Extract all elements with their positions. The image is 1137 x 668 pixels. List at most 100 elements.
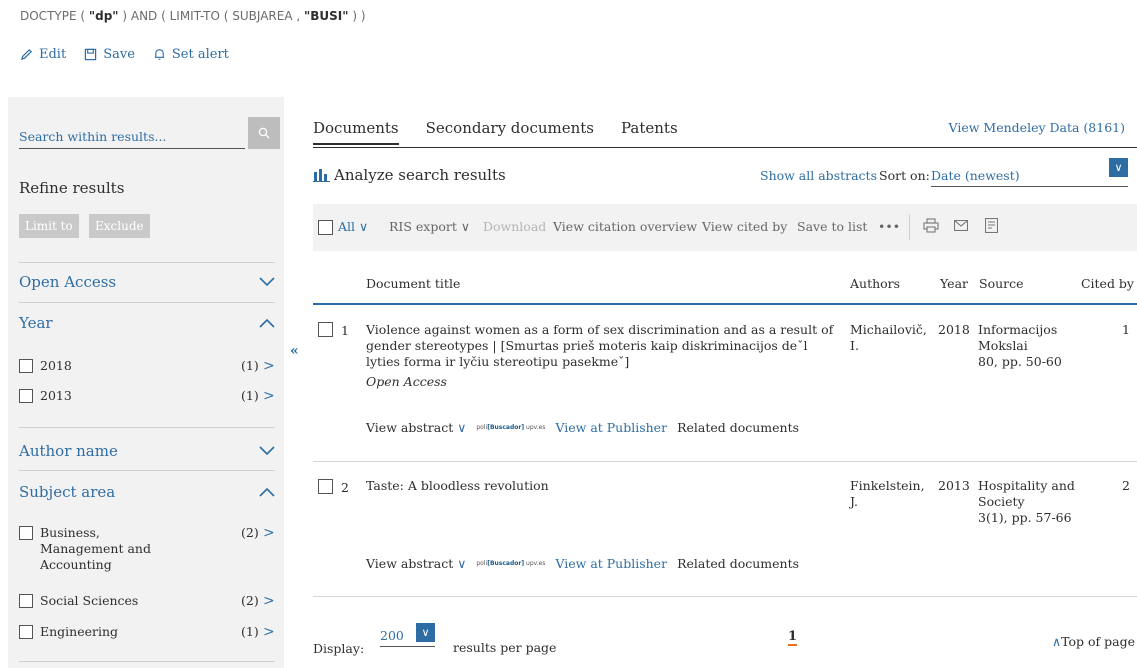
- view-citation-overview-button[interactable]: View citation overview: [553, 219, 697, 234]
- facet-open-access[interactable]: Open Access: [19, 263, 275, 301]
- ris-export-dropdown[interactable]: RIS export ∨: [389, 219, 470, 234]
- collapse-sidebar-icon[interactable]: «: [290, 343, 299, 359]
- chevron-right-icon[interactable]: >: [263, 358, 275, 374]
- bibliography-icon[interactable]: [984, 217, 999, 236]
- logo-prefix: poli: [476, 424, 488, 431]
- save-to-list-button[interactable]: Save to list: [797, 219, 867, 234]
- subject-engineering-checkbox[interactable]: [19, 625, 33, 639]
- view-cited-by-button[interactable]: View cited by: [702, 219, 787, 234]
- related-documents-link[interactable]: Related documents: [677, 556, 799, 571]
- tab-patents[interactable]: Patents: [621, 119, 678, 145]
- tab-documents[interactable]: Documents: [313, 119, 399, 145]
- facet-year-label: Year: [19, 314, 53, 332]
- display-label: Display:: [313, 641, 365, 656]
- edit-button[interactable]: Edit: [20, 47, 66, 62]
- chevron-right-icon[interactable]: >: [263, 525, 275, 541]
- authors-link[interactable]: Michailovič, I.: [850, 322, 930, 354]
- chevron-down-icon: ∨: [457, 420, 467, 435]
- top-of-page-link[interactable]: ∧Top of page: [1052, 634, 1135, 649]
- floppy-disk-icon: [84, 48, 97, 61]
- set-alert-button[interactable]: Set alert: [153, 47, 229, 62]
- column-header-title: Document title: [366, 276, 461, 291]
- document-title-link[interactable]: Violence against women as a form of sex …: [366, 322, 836, 370]
- open-access-label: Open Access: [366, 374, 447, 389]
- subject-item-label: Business, Management and Accounting: [40, 525, 151, 572]
- show-all-abstracts-link[interactable]: Show all abstracts: [760, 168, 877, 183]
- select-all-dropdown[interactable]: All ∨: [338, 219, 368, 234]
- divider: [19, 302, 275, 303]
- view-abstract-toggle[interactable]: View abstract ∨: [366, 420, 466, 435]
- search-within-input[interactable]: [19, 117, 245, 149]
- download-button[interactable]: Download: [483, 219, 546, 234]
- edit-label: Edit: [39, 47, 67, 62]
- row-1-checkbox[interactable]: [318, 322, 333, 337]
- query-subject-value: "BUSI": [304, 9, 349, 23]
- per-page-value: 200: [380, 628, 404, 643]
- analyze-search-results-link[interactable]: Analyze search results: [313, 166, 506, 184]
- results-per-page-select[interactable]: 200 ∨: [380, 623, 435, 647]
- facet-author-name[interactable]: Author name: [19, 432, 275, 470]
- chevron-right-icon[interactable]: >: [263, 388, 275, 404]
- document-title-link[interactable]: Taste: A bloodless revolution: [366, 478, 836, 494]
- view-abstract-toggle[interactable]: View abstract ∨: [366, 556, 466, 571]
- subject-item-label: Engineering: [40, 624, 119, 639]
- column-header-year: Year: [940, 276, 968, 291]
- view-at-publisher-link[interactable]: View at Publisher: [555, 420, 667, 435]
- related-documents-link[interactable]: Related documents: [677, 420, 799, 435]
- query-doctype-value: "dp": [88, 9, 119, 23]
- view-abstract-label: View abstract: [366, 556, 454, 571]
- limit-to-button[interactable]: Limit to: [19, 214, 79, 238]
- bell-icon: [154, 49, 165, 60]
- column-header-authors: Authors: [850, 276, 901, 291]
- chevron-right-icon[interactable]: >: [263, 624, 275, 640]
- chevron-down-icon: [259, 446, 275, 456]
- row-number: 1: [341, 323, 349, 338]
- row-2-checkbox[interactable]: [318, 479, 333, 494]
- year-cell: 2018: [938, 322, 970, 337]
- facet-subject-area[interactable]: Subject area: [19, 473, 275, 511]
- cited-by-count[interactable]: 1: [1122, 322, 1130, 337]
- chevron-down-icon[interactable]: ∨: [416, 623, 435, 642]
- row-1-actions: View abstract ∨ poli[Buscador] upv.es Vi…: [366, 420, 799, 435]
- divider: [19, 427, 275, 428]
- cited-by-count[interactable]: 2: [1122, 478, 1130, 493]
- chevron-down-icon[interactable]: ∨: [1109, 158, 1128, 177]
- year-item-label: 2013: [40, 388, 72, 403]
- analyze-label: Analyze search results: [334, 166, 506, 184]
- column-header-cited-by: Cited by: [1080, 276, 1134, 291]
- query-actions: Edit Save Set alert: [20, 47, 229, 62]
- source-detail: 80, pp. 50-60: [978, 354, 1062, 369]
- view-mendeley-data-link[interactable]: View Mendeley Data (8161): [949, 120, 1125, 135]
- exclude-button[interactable]: Exclude: [89, 214, 150, 238]
- source-title-link[interactable]: Informacijos Mokslai: [978, 322, 1078, 354]
- buscador-logo[interactable]: poli[Buscador] upv.es: [476, 560, 545, 567]
- source-title-link[interactable]: Hospitality and Society: [978, 478, 1078, 510]
- year-2018-checkbox[interactable]: [19, 359, 33, 373]
- authors-link[interactable]: Finkelstein, J.: [850, 478, 930, 510]
- logo-middle: [Buscador]: [487, 424, 525, 431]
- year-2013-checkbox[interactable]: [19, 389, 33, 403]
- more-options-button[interactable]: •••: [878, 219, 900, 234]
- email-icon[interactable]: [953, 219, 969, 234]
- chevron-right-icon[interactable]: >: [263, 593, 275, 609]
- refine-results-heading: Refine results: [19, 179, 125, 197]
- subject-social-sciences-checkbox[interactable]: [19, 594, 33, 608]
- view-at-publisher-link[interactable]: View at Publisher: [555, 556, 667, 571]
- select-all-checkbox[interactable]: [318, 220, 333, 235]
- facet-year[interactable]: Year: [19, 304, 275, 342]
- table-header-divider: [313, 303, 1137, 305]
- page-number-current[interactable]: 1: [788, 630, 798, 646]
- save-button[interactable]: Save: [84, 47, 135, 62]
- sort-select[interactable]: Date (newest) ∨: [931, 158, 1128, 187]
- divider: [19, 470, 275, 471]
- subject-item-label: Social Sciences: [40, 593, 139, 608]
- subject-business-checkbox[interactable]: [19, 526, 33, 540]
- print-icon[interactable]: [923, 218, 939, 236]
- year-cell: 2013: [938, 478, 970, 493]
- pencil-icon: [20, 49, 32, 61]
- search-button[interactable]: [248, 117, 280, 149]
- buscador-logo[interactable]: poli[Buscador] upv.es: [476, 424, 545, 431]
- search-icon: [258, 127, 270, 139]
- row-2-actions: View abstract ∨ poli[Buscador] upv.es Vi…: [366, 556, 799, 571]
- tab-secondary-documents[interactable]: Secondary documents: [426, 119, 594, 145]
